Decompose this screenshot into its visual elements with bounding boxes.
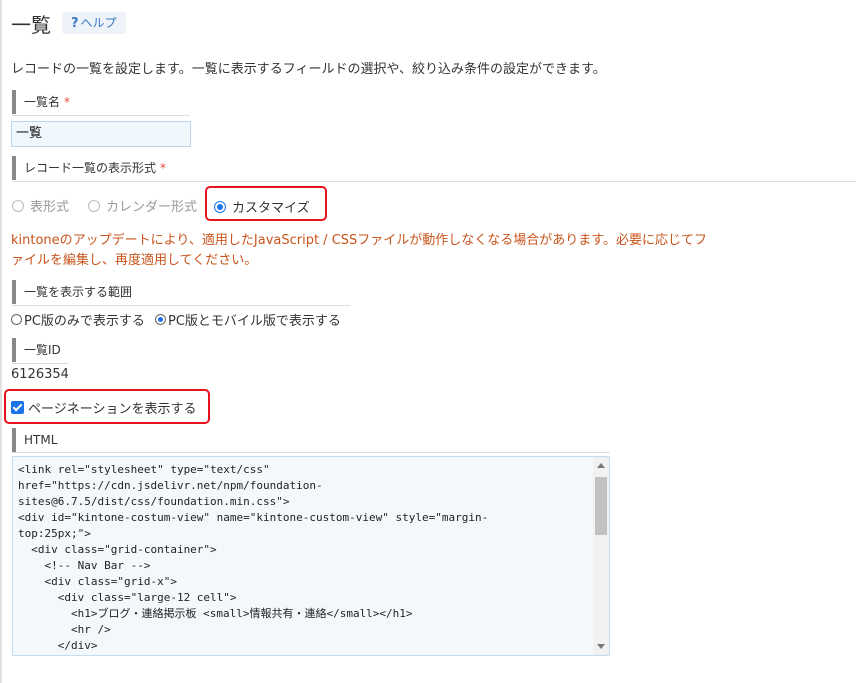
highlight-box [205, 186, 327, 221]
help-button[interactable]: ? ヘルプ [62, 12, 126, 34]
radio-circle [88, 199, 100, 212]
page-title: 一覧 [11, 13, 51, 37]
view-id-value: 6126354 [11, 367, 69, 382]
help-label: ヘルプ [80, 16, 117, 30]
html-label: HTML [12, 428, 57, 452]
radio-calendar-format[interactable]: カレンダー形式 [88, 196, 197, 215]
display-scope-label: 一覧を表示する範囲 [12, 280, 132, 304]
radio-label: PC版のみで表示する [24, 314, 145, 329]
required-mark: * [64, 95, 71, 109]
radio-circle [12, 199, 24, 212]
radio-circle [11, 314, 22, 325]
section-divider [12, 452, 610, 453]
display-format-label-text: レコード一覧の表示形式 [24, 161, 157, 175]
radio-label: 表形式 [30, 200, 70, 215]
scroll-up-arrow-icon[interactable] [597, 463, 605, 468]
highlight-box [4, 389, 210, 424]
display-format-label: レコード一覧の表示形式 * [12, 156, 166, 180]
question-mark-icon: ? [71, 16, 79, 31]
section-divider [12, 181, 856, 182]
html-code-text[interactable]: <link rel="stylesheet" type="text/css" h… [18, 462, 488, 655]
left-border [0, 0, 2, 683]
scroll-thumb[interactable] [595, 477, 607, 535]
radio-table-format[interactable]: 表形式 [12, 196, 69, 215]
radio-pc-and-mobile[interactable]: PC版とモバイル版で表示する [155, 310, 341, 329]
radio-label: カレンダー形式 [106, 200, 198, 215]
section-divider [12, 115, 190, 116]
scrollbar[interactable] [593, 457, 609, 655]
required-mark: * [160, 161, 167, 175]
radio-circle-selected [155, 314, 166, 325]
page-description: レコードの一覧を設定します。一覧に表示するフィールドの選択や、絞り込み条件の設定… [11, 62, 606, 77]
section-divider [12, 363, 68, 364]
scroll-down-arrow-icon[interactable] [597, 644, 605, 649]
section-divider [12, 305, 350, 306]
radio-label: PC版とモバイル版で表示する [168, 314, 341, 329]
radio-pc-only[interactable]: PC版のみで表示する [11, 310, 145, 329]
view-name-label: 一覧名 * [12, 90, 70, 114]
view-id-label: 一覧ID [12, 338, 61, 362]
view-name-label-text: 一覧名 [24, 95, 61, 109]
view-name-input[interactable]: 一覧 [11, 121, 191, 147]
html-code-editor[interactable]: <link rel="stylesheet" type="text/css" h… [12, 456, 610, 656]
warning-message: kintoneのアップデートにより、適用したJavaScript / CSSファ… [11, 233, 707, 268]
